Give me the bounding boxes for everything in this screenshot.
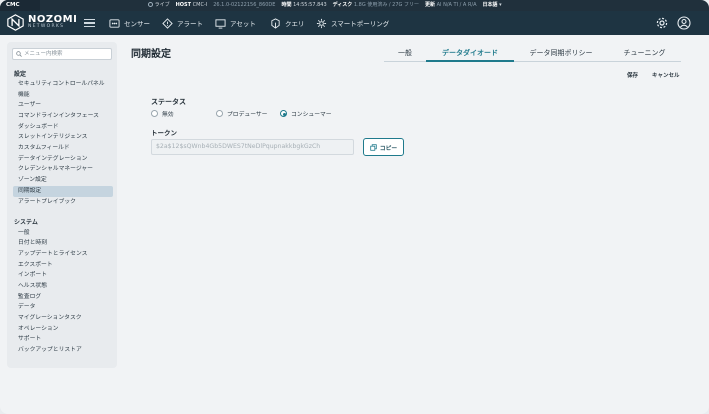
- nav-assets[interactable]: アセット: [215, 11, 256, 35]
- live-icon: [148, 1, 153, 7]
- radio-disabled-label: 無効: [162, 112, 174, 118]
- app-window: CMC ライブ HOST CMC-I 26.1.0-02122156_860DE…: [0, 0, 709, 414]
- status-bar: CMC ライブ HOST CMC-I 26.1.0-02122156_860DE…: [0, 0, 709, 11]
- nozomi-logo-icon: [7, 14, 24, 31]
- sidebar-item-date-time[interactable]: 日付と時刻: [13, 238, 113, 249]
- sidebar-item-users[interactable]: ユーザー: [13, 100, 113, 111]
- time-info: 時間 14:55:57.843: [281, 0, 326, 11]
- brand-logo[interactable]: NOZOMI NETWORKS: [7, 14, 77, 31]
- copy-icon: [370, 143, 377, 151]
- radio-consumer-dot[interactable]: [280, 110, 287, 117]
- sidebar-item-export[interactable]: エクスポート: [13, 260, 113, 271]
- radio-disabled-dot[interactable]: [151, 110, 158, 117]
- top-nav: NOZOMI NETWORKS センサー アラート アセット クエリ スマートポ…: [0, 11, 709, 35]
- host-info: HOST CMC-I: [176, 0, 208, 11]
- radio-consumer-label: コンシューマー: [291, 112, 332, 118]
- alert-icon: [162, 17, 173, 29]
- token-field[interactable]: $2a$12$sQWnb4Gb5DWES7tNeDlPqupnakkbgkGzC…: [151, 139, 354, 155]
- sidebar-item-import[interactable]: インポート: [13, 270, 113, 281]
- search-placeholder: メニュー内検索: [24, 51, 63, 57]
- radio-producer[interactable]: プロデューサー: [216, 109, 267, 118]
- copy-button-label: コピー: [379, 145, 398, 152]
- sidebar-item-zone-settings[interactable]: ゾーン設定: [13, 175, 113, 186]
- sidebar: メニュー内検索 設定 セキュリティコントロールパネル 機能 ユーザー コマンドラ…: [7, 42, 117, 368]
- monitor-icon: [215, 18, 226, 29]
- brand-word2: NETWORKS: [28, 24, 65, 30]
- language-label: 日本語: [482, 2, 498, 8]
- nav-query-label: クエリ: [285, 20, 305, 28]
- cancel-button[interactable]: キャンセル: [652, 71, 680, 79]
- sidebar-item-health[interactable]: ヘルス状態: [13, 281, 113, 292]
- polling-icon: [316, 18, 327, 28]
- tab-tuning[interactable]: チューニング: [608, 46, 681, 62]
- radio-producer-dot[interactable]: [216, 110, 223, 117]
- sidebar-item-operations[interactable]: オペレーション: [13, 324, 113, 335]
- sidebar-item-support[interactable]: サポート: [13, 334, 113, 345]
- sidebar-item-cli[interactable]: コマンドラインインタフェース: [13, 111, 113, 122]
- update-info: 更新 AI N/A TI / A R/A: [425, 0, 477, 11]
- page-title: 同期設定: [131, 49, 171, 60]
- section-system: システム: [14, 219, 38, 226]
- status-row: ライブ HOST CMC-I 26.1.0-02122156_860DE 時間 …: [148, 0, 502, 11]
- host-value: CMC-I: [192, 2, 208, 8]
- radio-disabled[interactable]: 無効: [151, 109, 174, 118]
- sidebar-item-threat-intelligence[interactable]: スレットインテリジェンス: [13, 132, 113, 143]
- main-content: 同期設定 一般 データダイオード データ同期ポリシー チューニング 保存 キャン…: [124, 35, 709, 414]
- update-label: 更新: [425, 2, 436, 8]
- token-label: トークン: [151, 129, 177, 137]
- disk-value: 1.8G 使用済み / 27G フリー: [353, 2, 420, 8]
- status-label: ステータス: [151, 98, 186, 106]
- radio-producer-label: プロデューサー: [227, 112, 268, 118]
- tab-bar: 一般 データダイオード データ同期ポリシー チューニング: [384, 46, 681, 62]
- disk-label: ディスク: [332, 2, 353, 8]
- tab-general[interactable]: 一般: [384, 46, 426, 62]
- tab-data-sync-policy[interactable]: データ同期ポリシー: [514, 46, 608, 62]
- copy-button[interactable]: コピー: [363, 138, 404, 156]
- sidebar-item-credential-manager[interactable]: クレデンシャルマネージャー: [13, 164, 113, 175]
- sidebar-item-data-integration[interactable]: データインテグレーション: [13, 154, 113, 165]
- save-button[interactable]: 保存: [627, 71, 638, 79]
- sidebar-item-audit-log[interactable]: 監査ログ: [13, 292, 113, 303]
- sidebar-item-general[interactable]: 一般: [13, 228, 113, 239]
- live-label: ライブ: [154, 2, 170, 8]
- gear-icon[interactable]: [655, 16, 669, 30]
- time-label: 時間: [281, 2, 292, 8]
- time-value: 14:55:57.843: [293, 2, 327, 8]
- nav-smart-polling-label: スマートポーリング: [331, 20, 390, 28]
- sidebar-item-security-control-panel[interactable]: セキュリティコントロールパネル: [13, 79, 113, 90]
- live-indicator: ライブ: [148, 0, 170, 11]
- env-label: CMC: [0, 0, 40, 11]
- nav-sensors[interactable]: センサー: [109, 11, 150, 35]
- search-icon: [16, 51, 22, 57]
- sidebar-item-custom-fields[interactable]: カスタムフィールド: [13, 143, 113, 154]
- sidebar-item-features[interactable]: 機能: [13, 90, 113, 101]
- menu-icon[interactable]: [84, 17, 95, 28]
- nav-smart-polling[interactable]: スマートポーリング: [316, 11, 389, 35]
- language-select[interactable]: 日本語 ▾: [483, 0, 502, 11]
- sidebar-item-alert-playbook[interactable]: アラートプレイブック: [13, 197, 113, 208]
- sidebar-item-dashboard[interactable]: ダッシュボード: [13, 122, 113, 133]
- sidebar-item-sync-settings[interactable]: 同期設定: [13, 186, 113, 197]
- host-label: HOST: [175, 2, 192, 8]
- sidebar-item-backup-restore[interactable]: バックアップとリストア: [13, 345, 113, 356]
- update-value: AI N/A TI / A R/A: [436, 2, 477, 8]
- nav-query[interactable]: クエリ: [270, 11, 305, 35]
- user-icon[interactable]: [677, 16, 691, 30]
- nav-alerts-label: アラート: [177, 20, 203, 28]
- sidebar-item-migration-tasks[interactable]: マイグレーションタスク: [13, 313, 113, 324]
- version-text: 26.1.0-02122156_860DE: [213, 2, 276, 8]
- radio-consumer[interactable]: コンシューマー: [280, 109, 332, 118]
- nav-alerts[interactable]: アラート: [162, 11, 203, 35]
- sidebar-item-updates-licenses[interactable]: アップデートとライセンス: [13, 249, 113, 260]
- brand-wordmark: NOZOMI NETWORKS: [28, 15, 77, 30]
- section-settings: 設定: [14, 71, 27, 78]
- sidebar-search-input[interactable]: メニュー内検索: [12, 48, 112, 60]
- nav-assets-label: アセット: [230, 20, 256, 28]
- nav-sensors-label: センサー: [124, 20, 150, 28]
- disk-info: ディスク 1.8G 使用済み / 27G フリー: [333, 0, 419, 11]
- sensor-icon: [109, 18, 120, 28]
- query-icon: [271, 17, 280, 29]
- sidebar-item-data[interactable]: データ: [13, 302, 113, 313]
- tab-data-diode[interactable]: データダイオード: [426, 46, 514, 62]
